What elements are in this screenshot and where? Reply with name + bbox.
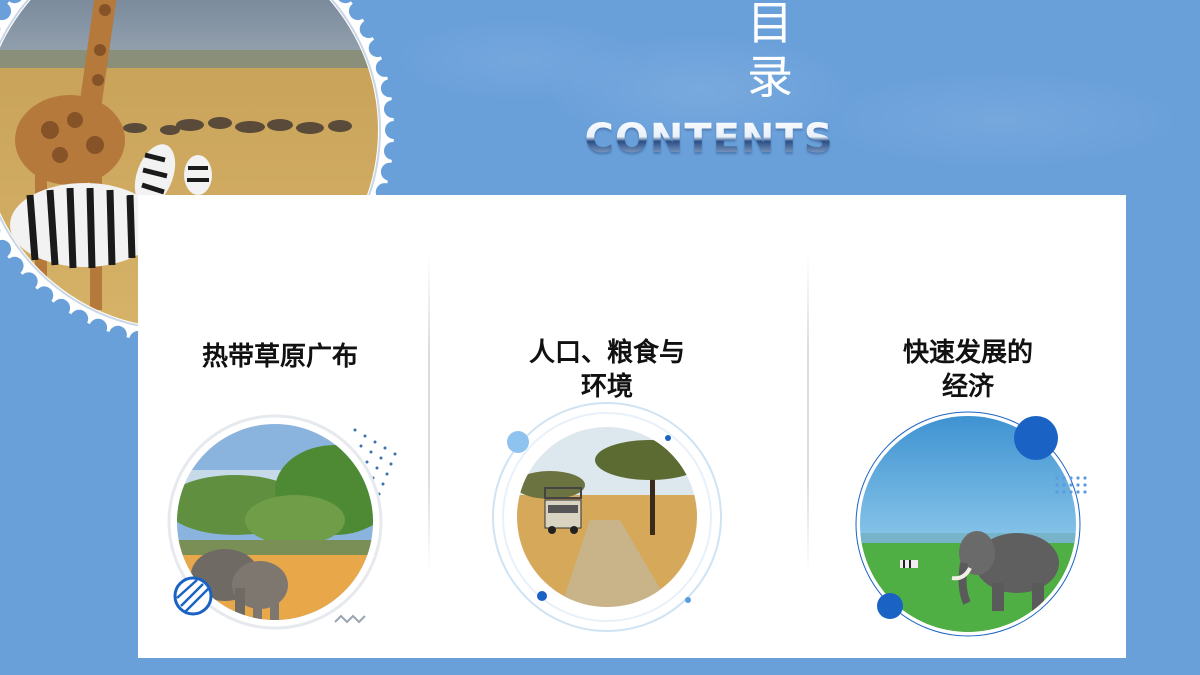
item-3-title-line1: 快速发展的	[902, 338, 1033, 368]
accent-dot-icon	[665, 435, 671, 441]
column-divider-1	[428, 255, 430, 573]
accent-dot-icon	[877, 593, 903, 619]
title-english: CONTENTS	[578, 116, 840, 162]
item-1-title[interactable]: 热带草原广布	[170, 340, 390, 374]
striped-circle-icon	[173, 576, 213, 616]
item-2-title[interactable]: 人口、粮食与 环境	[497, 336, 717, 404]
item-2-image	[492, 402, 722, 632]
item-1-title-line1: 热带草原广布	[201, 342, 358, 372]
item-2-title-line1: 人口、粮食与	[528, 338, 685, 368]
title-chinese: 目 录	[740, 0, 800, 104]
item-3-title-line2: 经济	[941, 372, 994, 402]
item-2-title-line2: 环境	[580, 372, 633, 402]
item-3-title[interactable]: 快速发展的 经济	[858, 336, 1078, 404]
item-3-image	[855, 411, 1087, 637]
accent-dot-icon	[1014, 416, 1058, 460]
column-divider-2	[807, 255, 809, 573]
zigzag-icon	[334, 614, 366, 624]
item-1-image	[167, 414, 397, 630]
title-cn-line1: 目	[747, 0, 793, 50]
title-cn-line2: 录	[747, 50, 793, 104]
accent-dot-icon	[537, 591, 547, 601]
accent-dot-icon	[507, 431, 529, 453]
accent-dot-icon	[685, 597, 691, 603]
